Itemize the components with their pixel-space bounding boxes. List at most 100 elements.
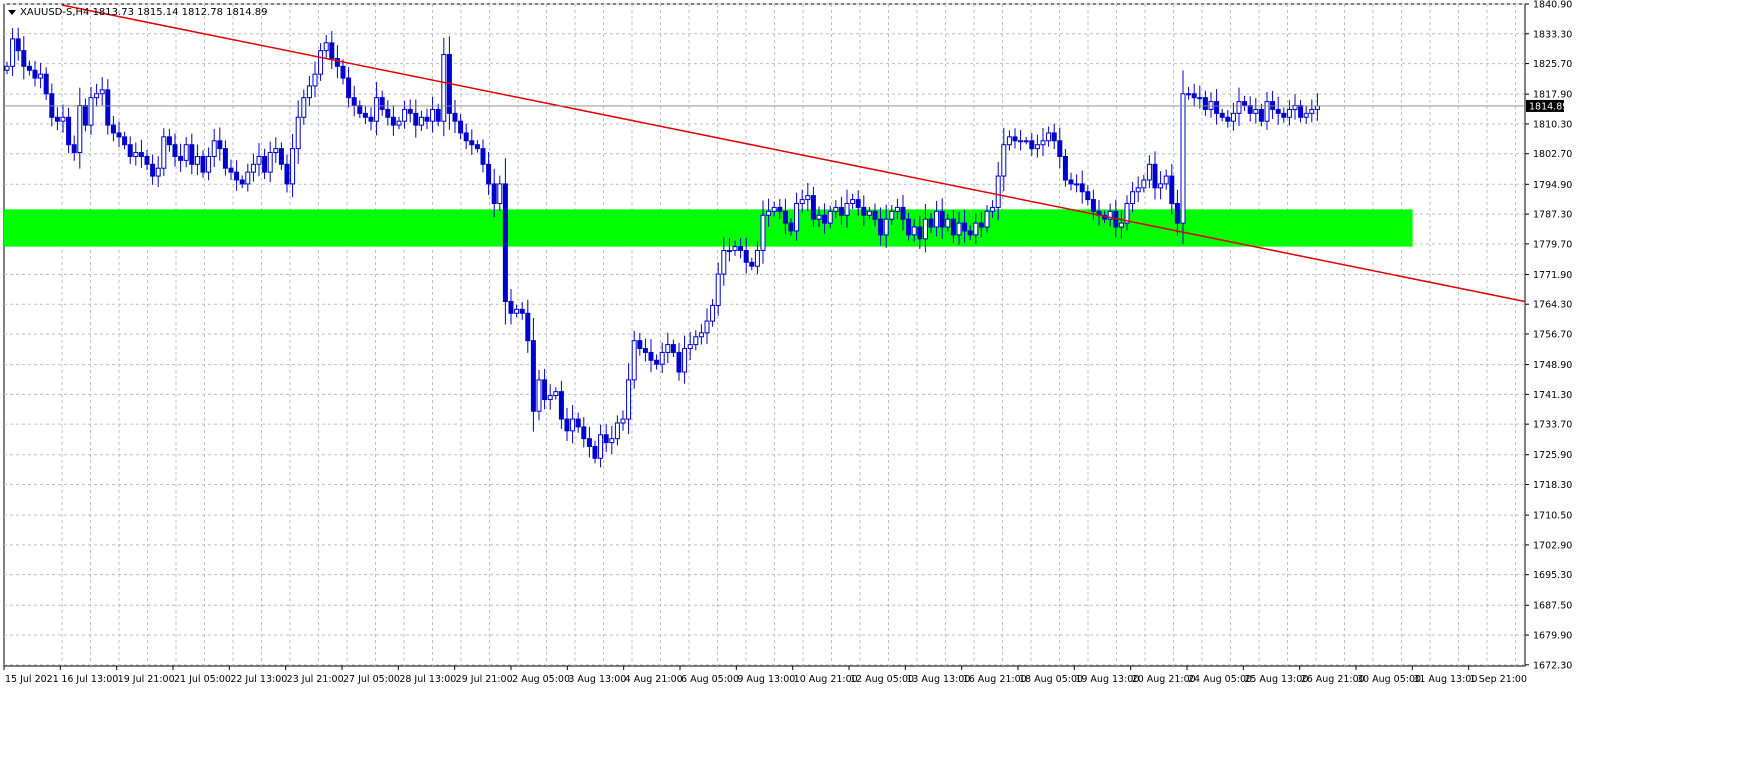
candle-body-bear <box>810 195 816 220</box>
candle-body-bear <box>458 120 464 134</box>
candle-body-bear <box>978 222 984 228</box>
time-label: 4 Aug 21:00 <box>625 674 683 685</box>
candle-body-bull <box>211 140 217 157</box>
candle-body-bear <box>1085 191 1091 201</box>
time-label: 2 Aug 05:00 <box>512 674 570 685</box>
candle-body-bear <box>670 344 676 353</box>
candle-body-bear <box>654 359 660 365</box>
candle-body-bull <box>659 351 665 365</box>
candle-body-bear <box>334 57 340 67</box>
candle-body-bull <box>206 155 212 173</box>
candle-body-bear <box>105 89 111 126</box>
candle-body-bear <box>43 73 49 95</box>
candle-body-bull <box>1130 191 1136 205</box>
candle-body-bull <box>665 344 671 353</box>
time-label: 19 Jul 21:00 <box>118 674 175 685</box>
candle-body-bull <box>1040 140 1046 146</box>
candle-body-bull <box>295 116 301 150</box>
candle-body-bull <box>312 73 318 87</box>
candle-body-bull <box>805 195 811 201</box>
candle-body-bull <box>161 136 167 169</box>
candle-body-bear <box>1225 116 1231 122</box>
candle-body-bear <box>1169 175 1175 205</box>
time-label: 20 Aug 21:00 <box>1132 674 1196 685</box>
candle-body-bull <box>922 218 928 240</box>
chart-header: XAUUSD-S,H4 1813.73 1815.14 1812.78 1814… <box>8 7 268 18</box>
candle-body-bull <box>1158 183 1164 189</box>
candle-body-bull <box>1074 183 1080 186</box>
time-label: 21 Jul 05:00 <box>174 674 231 685</box>
time-label: 28 Jul 13:00 <box>399 674 456 685</box>
candle-body-bull <box>245 171 251 185</box>
price-label: 1825.70 <box>1533 59 1572 70</box>
candle-body-bear <box>1242 101 1248 107</box>
time-label: 13 Aug 13:00 <box>906 674 970 685</box>
candle-body-bear <box>340 65 346 79</box>
time-label: 6 Aug 05:00 <box>681 674 739 685</box>
candle-body-bear <box>1079 183 1085 193</box>
time-label: 27 Jul 05:00 <box>343 674 400 685</box>
candle-body-bear <box>1090 199 1096 212</box>
candle-body-bear <box>575 418 581 428</box>
candle-body-bull <box>850 199 856 205</box>
price-label: 1794.90 <box>1533 180 1572 191</box>
candle-body-bull <box>1001 144 1007 177</box>
candle-body-bear <box>872 210 878 220</box>
candle-body-bull <box>374 97 380 122</box>
candle-body-bull <box>766 210 772 216</box>
time-label: 18 Aug 05:00 <box>1019 674 1083 685</box>
price-label: 1833.30 <box>1533 29 1572 40</box>
candle-body-bull <box>318 50 324 75</box>
candle-body-bull <box>396 120 402 126</box>
chevron-down-icon[interactable] <box>8 10 16 15</box>
candle-body-bear <box>777 206 783 212</box>
price-label: 1695.30 <box>1533 570 1572 581</box>
candle-body-bull <box>710 304 716 322</box>
candle-body-bull <box>799 199 805 205</box>
candle-body-bear <box>1298 105 1304 118</box>
candle-body-bear <box>502 183 508 302</box>
candle-body-bear <box>413 112 419 126</box>
zone-rect <box>4 209 1413 247</box>
time-label: 25 Aug 13:00 <box>1244 674 1308 685</box>
candle-body-bull <box>844 203 850 216</box>
candle-body-bear <box>1152 163 1158 189</box>
candle-body-bull <box>833 206 839 212</box>
price-label: 1679.90 <box>1533 631 1572 642</box>
chart-window[interactable]: 1840.90 1833.30 1825.70 1817.90 1810.30 1802.… <box>0 0 1742 764</box>
candle-body-bear <box>1062 155 1068 181</box>
candle-body-bull <box>1186 93 1192 96</box>
candle-body-bear <box>1029 140 1035 150</box>
candle-body-bear <box>435 108 441 122</box>
candle-body-bull <box>290 148 296 185</box>
candle-body-bear <box>284 163 290 185</box>
candle-body-bull <box>1253 108 1259 114</box>
candle-body-bear <box>480 148 486 165</box>
candle-body-bull <box>402 108 408 122</box>
candle-body-bull <box>38 73 44 79</box>
candle-body-bull <box>1286 108 1292 118</box>
candle-body-bear <box>900 206 906 220</box>
candle-body-bear <box>838 206 844 216</box>
candle-body-bull <box>1314 105 1320 110</box>
candle-body-bear <box>519 308 525 314</box>
price-label: 1817.90 <box>1533 90 1572 101</box>
candle-body-bear <box>222 148 228 169</box>
candle-body-bear <box>743 250 749 263</box>
candle-body-bear <box>928 218 934 228</box>
price-label: 1748.90 <box>1533 360 1572 371</box>
candle-body-bear <box>1258 108 1264 122</box>
price-chart[interactable]: 1840.90 1833.30 1825.70 1817.90 1810.30 1802.… <box>0 0 1742 764</box>
candle-body-bear <box>648 351 654 361</box>
price-label: 1733.70 <box>1533 420 1572 431</box>
candle-body-bull <box>1303 112 1309 118</box>
price-label: 1840.90 <box>1533 0 1572 11</box>
candle-body-bull <box>88 97 94 126</box>
candle-body-bull <box>441 54 447 122</box>
candle-body-bear <box>474 144 480 150</box>
candle-body-bear <box>138 152 144 157</box>
candle-body-bear <box>469 140 475 146</box>
candle-body-bull <box>754 250 760 267</box>
candle-body-bear <box>558 391 564 420</box>
candle-body-bull <box>816 214 822 220</box>
